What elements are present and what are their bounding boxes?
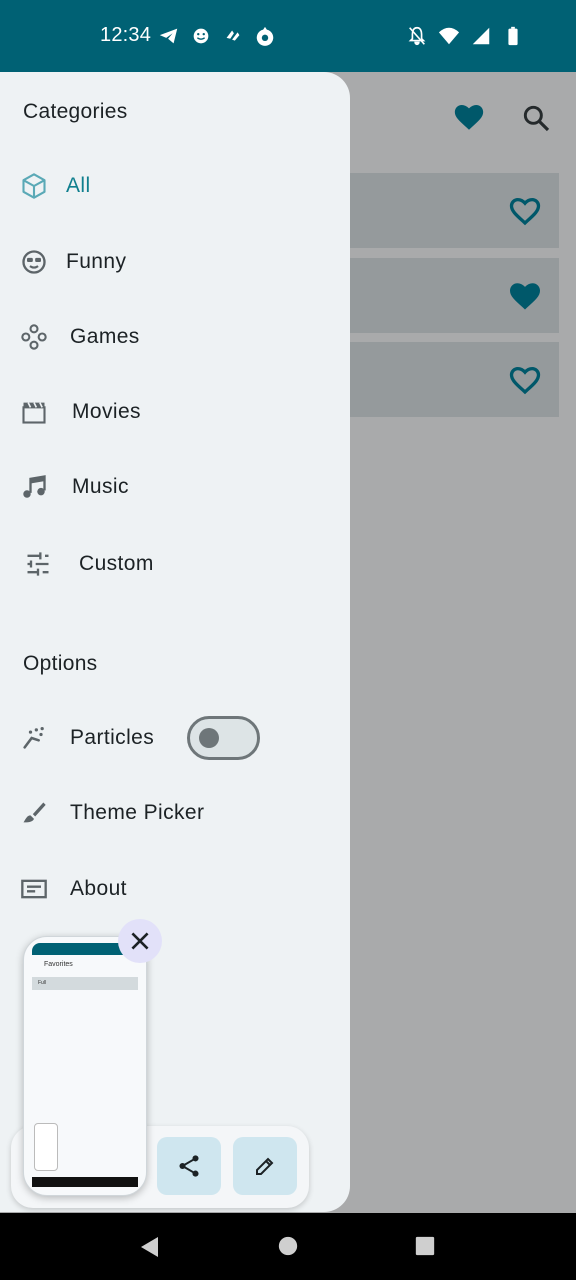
favorite-outline-icon[interactable]	[507, 193, 543, 229]
cube-icon	[22, 173, 46, 199]
status-left-icons	[158, 24, 276, 48]
signal-icon	[472, 27, 490, 45]
drawer-item-label: Music	[72, 475, 129, 498]
sunglasses-face-icon	[22, 250, 46, 274]
thumbnail-row-label: Full	[38, 980, 47, 986]
search-icon[interactable]	[520, 102, 552, 134]
music-note-icon	[23, 475, 46, 498]
particles-toggle[interactable]	[187, 716, 260, 760]
drawer-item-label: About	[70, 877, 127, 900]
options-header: Options	[23, 652, 98, 675]
dismiss-screenshot-button[interactable]	[118, 919, 162, 963]
drawer-item-movies[interactable]: Movies	[0, 382, 350, 442]
drawer-item-custom[interactable]: Custom	[0, 534, 350, 594]
status-right-icons	[406, 24, 524, 48]
brush-icon	[23, 802, 46, 823]
drawer-item-label: Funny	[66, 250, 127, 273]
movie-icon	[22, 402, 46, 424]
favorite-filled-icon[interactable]	[507, 278, 543, 314]
drawer-item-funny[interactable]: Funny	[0, 232, 350, 292]
wifi-icon	[438, 27, 460, 45]
list-item[interactable]	[350, 173, 559, 248]
water-drop-icon	[256, 26, 274, 46]
drawer-item-games[interactable]: Games	[0, 307, 350, 367]
categories-header: Categories	[23, 100, 128, 123]
share-button[interactable]	[157, 1137, 221, 1195]
favorite-filled-icon[interactable]	[452, 100, 486, 134]
screenshot-thumbnail[interactable]: Favorites Full	[23, 936, 147, 1196]
drawer-item-particles: Particles	[0, 708, 350, 768]
drawer-item-label: All	[66, 174, 91, 197]
edit-button[interactable]	[233, 1137, 297, 1195]
thumbnail-title: Favorites	[44, 961, 73, 968]
thumbnail-nav-bar	[32, 1177, 138, 1187]
app-icon	[226, 30, 240, 41]
drawer-item-label: Games	[70, 325, 140, 348]
sliders-icon	[27, 552, 49, 576]
favorite-outline-icon[interactable]	[507, 362, 543, 398]
status-time: 12:34	[100, 24, 152, 46]
status-bar: 12:34	[0, 0, 576, 72]
about-icon	[21, 879, 47, 899]
close-icon	[131, 932, 149, 950]
particles-icon	[23, 727, 44, 749]
face-icon	[193, 28, 209, 44]
games-icon	[21, 324, 47, 350]
thumbnail-nested-preview	[34, 1123, 58, 1171]
edit-icon	[256, 1157, 274, 1175]
recents-icon[interactable]	[414, 1235, 436, 1257]
battery-icon	[508, 26, 518, 46]
back-icon[interactable]	[138, 1235, 162, 1259]
drawer-item-label: Custom	[79, 552, 154, 575]
list-item[interactable]	[350, 258, 559, 333]
drawer-item-label: Movies	[72, 400, 141, 423]
system-navigation-bar	[0, 1213, 576, 1280]
home-icon[interactable]	[277, 1235, 299, 1257]
drawer-item-about[interactable]: About	[0, 859, 350, 919]
telegram-icon	[159, 28, 178, 44]
drawer-item-music[interactable]: Music	[0, 457, 350, 517]
drawer-item-label: Particles	[70, 726, 155, 749]
drawer-item-all[interactable]: All	[0, 156, 350, 216]
share-icon	[179, 1155, 199, 1177]
thumbnail-row	[32, 977, 138, 990]
drawer-item-label: Theme Picker	[70, 801, 205, 824]
notifications-off-icon	[408, 26, 426, 46]
toggle-knob	[199, 728, 219, 748]
list-item[interactable]	[350, 342, 559, 417]
drawer-item-theme-picker[interactable]: Theme Picker	[0, 783, 350, 843]
